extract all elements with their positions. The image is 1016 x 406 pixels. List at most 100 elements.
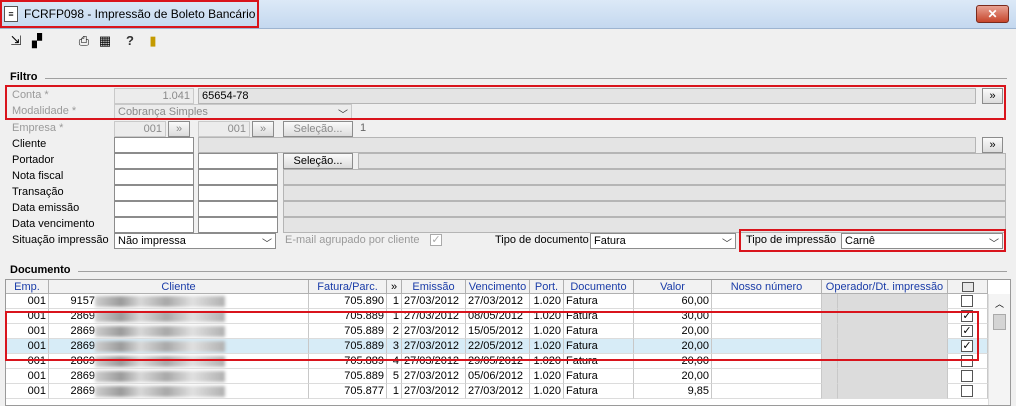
cell-operador xyxy=(822,369,838,384)
cell-valor: 20,00 xyxy=(634,369,712,384)
empresa-more1-button[interactable]: » xyxy=(168,121,190,137)
cell-select xyxy=(948,369,988,384)
portador-from-field[interactable] xyxy=(114,153,194,169)
cell-emp: 001 xyxy=(6,294,49,309)
empresa-selecao-button[interactable]: Seleção... xyxy=(283,121,353,137)
conta-highlight xyxy=(5,85,1006,120)
transacao-to-field[interactable] xyxy=(198,185,278,201)
data-emissao-to-field[interactable] xyxy=(198,201,278,217)
col-expand[interactable]: » xyxy=(387,280,402,294)
col-port[interactable]: Port. xyxy=(530,280,564,294)
empresa-more2-button[interactable]: » xyxy=(252,121,274,137)
export-icon[interactable]: ▞ xyxy=(29,33,45,49)
cell-emp: 001 xyxy=(6,369,49,384)
cell-vencimento: 27/03/2012 xyxy=(466,294,530,309)
cell-port: 1.020 xyxy=(530,384,564,399)
help-icon[interactable]: ? xyxy=(122,33,138,49)
cell-nosso-numero xyxy=(712,384,822,399)
portador-selecao-button[interactable]: Seleção... xyxy=(283,153,353,169)
col-cliente[interactable]: Cliente xyxy=(49,280,309,294)
cell-operador xyxy=(822,384,838,399)
table-row[interactable]: 001 2869 705.877 1 27/03/2012 27/03/2012 1.020… xyxy=(6,384,988,399)
email-label: E-mail agrupado por cliente xyxy=(285,234,420,246)
nota-fiscal-extra-field xyxy=(283,169,1006,185)
row-checkbox[interactable] xyxy=(961,295,973,307)
transacao-extra-field xyxy=(283,185,1006,201)
cell-operador xyxy=(822,294,838,309)
tipo-documento-value: Fatura xyxy=(594,235,626,247)
col-valor[interactable]: Valor xyxy=(634,280,712,294)
data-vencimento-from-field[interactable] xyxy=(114,217,194,233)
cell-parcela: 1 xyxy=(387,384,402,399)
cell-cliente-code: 2869 xyxy=(70,370,95,382)
col-emp[interactable]: Emp. xyxy=(6,280,49,294)
print-icon[interactable]: ⎙ xyxy=(76,33,92,49)
nota-fiscal-to-field[interactable] xyxy=(198,169,278,185)
documento-title: Documento xyxy=(10,264,71,276)
cell-nosso-numero xyxy=(712,369,822,384)
empresa-label: Empresa * xyxy=(12,122,64,134)
cliente-name-field[interactable] xyxy=(198,137,976,153)
filtro-title: Filtro xyxy=(10,71,38,83)
cell-dt-impressao xyxy=(838,294,948,309)
empresa-code1-field[interactable]: 001 xyxy=(114,121,166,137)
cell-documento: Fatura xyxy=(564,369,634,384)
tipo-documento-select[interactable]: Fatura ﹀ xyxy=(590,233,736,249)
col-nosso-numero[interactable]: Nosso número xyxy=(712,280,822,294)
cell-cliente: 9157 xyxy=(49,294,309,309)
cell-fatura: 705.877 xyxy=(309,384,387,399)
cell-fatura: 705.890 xyxy=(309,294,387,309)
data-vencimento-to-field[interactable] xyxy=(198,217,278,233)
table-row[interactable]: 001 2869 705.889 5 27/03/2012 05/06/2012 1.020… xyxy=(6,369,988,384)
filtro-divider xyxy=(45,78,1007,79)
cell-emissao: 27/03/2012 xyxy=(402,294,466,309)
table-row[interactable]: 001 9157 705.890 1 27/03/2012 27/03/2012 1.020… xyxy=(6,294,988,309)
cell-vencimento: 05/06/2012 xyxy=(466,369,530,384)
col-fatura[interactable]: Fatura/Parc. xyxy=(309,280,387,294)
cell-emissao: 27/03/2012 xyxy=(402,369,466,384)
cell-dt-impressao xyxy=(838,384,948,399)
portador-selection-field xyxy=(358,153,1006,169)
cell-emissao: 27/03/2012 xyxy=(402,384,466,399)
portador-to-field[interactable] xyxy=(198,153,278,169)
transacao-from-field[interactable] xyxy=(114,185,194,201)
scroll-up-icon[interactable]: ︿ xyxy=(989,297,1010,310)
row-checkbox[interactable] xyxy=(961,385,973,397)
empresa-count: 1 xyxy=(360,122,367,134)
cliente-code-field[interactable] xyxy=(114,137,194,153)
cell-fatura: 705.889 xyxy=(309,369,387,384)
col-emissao[interactable]: Emissão xyxy=(402,280,466,294)
empresa-code2-field[interactable]: 001 xyxy=(198,121,250,137)
data-emissao-from-field[interactable] xyxy=(114,201,194,217)
cliente-more-button[interactable]: » xyxy=(982,137,1003,153)
cell-emp: 001 xyxy=(6,384,49,399)
close-button[interactable]: ✕ xyxy=(976,5,1009,23)
arrow-icon[interactable]: ⇲ xyxy=(8,33,24,49)
situacao-value: Não impressa xyxy=(118,235,186,247)
cell-cliente: 2869 xyxy=(49,384,309,399)
col-documento[interactable]: Documento xyxy=(564,280,634,294)
data-vencimento-label: Data vencimento xyxy=(12,218,95,230)
cell-vencimento: 27/03/2012 xyxy=(466,384,530,399)
nota-fiscal-from-field[interactable] xyxy=(114,169,194,185)
vertical-scrollbar[interactable]: ︿ xyxy=(988,294,1010,405)
tipo-documento-label: Tipo de documento xyxy=(495,234,589,246)
chevron-down-icon: ﹀ xyxy=(722,239,732,249)
email-checkbox[interactable]: ✓ xyxy=(430,234,442,246)
scroll-thumb[interactable] xyxy=(993,314,1006,330)
col-operador[interactable]: Operador/Dt. impressão xyxy=(822,280,948,294)
cell-documento: Fatura xyxy=(564,294,634,309)
row-checkbox[interactable] xyxy=(961,370,973,382)
col-vencimento[interactable]: Vencimento xyxy=(466,280,530,294)
exit-icon[interactable]: ▮ xyxy=(145,33,161,49)
cell-cliente-code: 2869 xyxy=(70,385,95,397)
cell-cliente: 2869 xyxy=(49,369,309,384)
data-emissao-extra-field xyxy=(283,201,1006,217)
documento-divider xyxy=(78,271,1007,272)
title-highlight xyxy=(0,0,259,28)
transacao-label: Transação xyxy=(12,186,64,198)
col-select[interactable] xyxy=(948,280,988,294)
situacao-select[interactable]: Não impressa ﹀ xyxy=(114,233,276,249)
calendar-icon[interactable]: ▦ xyxy=(97,33,113,49)
cell-cliente-code: 9157 xyxy=(70,295,95,307)
